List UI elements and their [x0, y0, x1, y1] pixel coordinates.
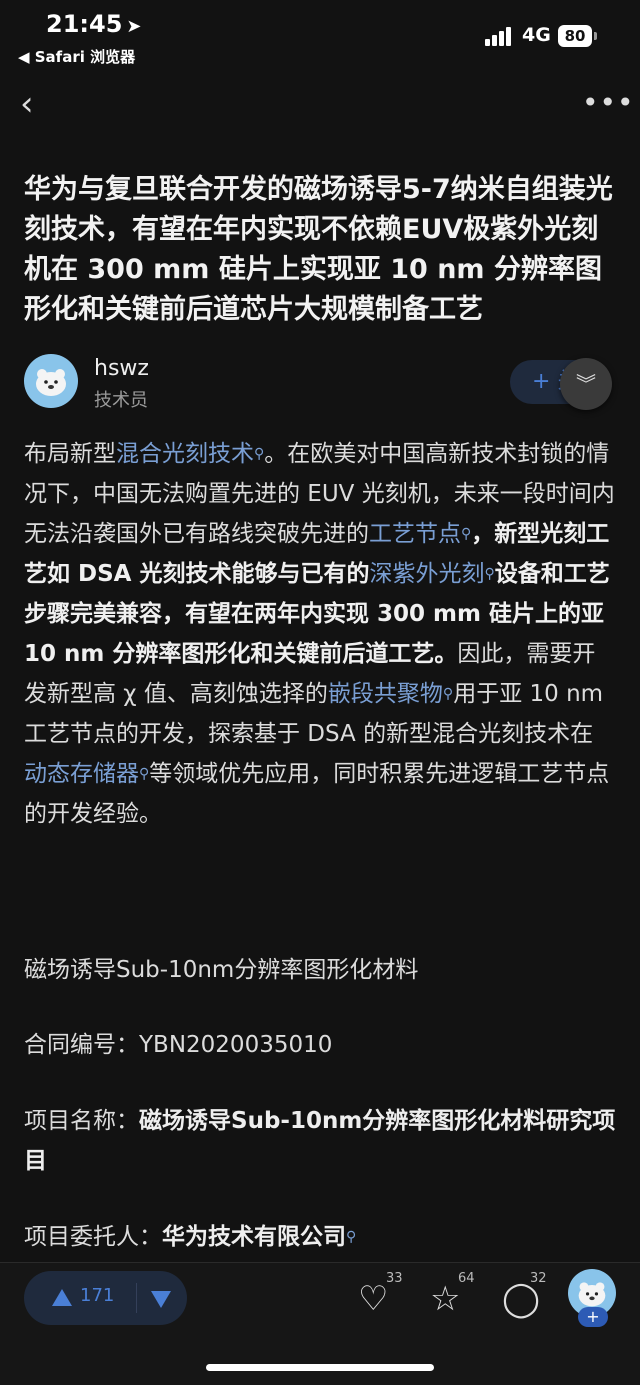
- upvote-icon: [52, 1289, 72, 1306]
- favorite-button[interactable]: ☆ 64: [428, 1271, 488, 1325]
- more-options-icon[interactable]: •••: [582, 88, 634, 118]
- signal-icon: [485, 26, 517, 46]
- client-label: 项目委托人：: [24, 1224, 162, 1250]
- downvote-icon: [151, 1291, 171, 1308]
- downvote-button[interactable]: [137, 1271, 187, 1325]
- status-bar: 21:45 ➤ ◀ Safari 浏览器 4G 80: [0, 0, 640, 74]
- comment-count: 32: [530, 1271, 547, 1286]
- search-icon: ⚲: [442, 686, 454, 702]
- contract-value: YBN2020035010: [139, 1032, 333, 1058]
- keyword-link[interactable]: 深紫外光刻: [369, 561, 484, 587]
- heart-icon: ♡: [358, 1279, 389, 1319]
- back-to-safari-link[interactable]: ◀ Safari 浏览器: [18, 46, 135, 67]
- project-line: 项目名称：磁场诱导Sub-10nm分辨率图形化材料研究项目: [24, 1101, 616, 1181]
- search-icon: ⚲: [461, 526, 472, 542]
- project-label: 项目名称：: [24, 1108, 139, 1134]
- like-count: 33: [386, 1271, 403, 1286]
- network-type: 4G: [522, 24, 551, 46]
- author-role: 技术员: [94, 390, 148, 411]
- add-badge[interactable]: +: [578, 1307, 608, 1327]
- home-indicator: [206, 1364, 434, 1371]
- like-button[interactable]: ♡ 33: [356, 1271, 416, 1325]
- favorite-count: 64: [458, 1271, 475, 1286]
- battery-icon: 80: [558, 25, 597, 47]
- star-icon: ☆: [430, 1279, 461, 1319]
- search-icon: ⚲: [139, 766, 150, 782]
- contract-line: 合同编号：YBN2020035010: [24, 1025, 616, 1065]
- location-arrow-icon: ➤: [126, 16, 142, 37]
- keyword-link[interactable]: 工艺节点: [369, 521, 461, 547]
- client-link[interactable]: 华为技术有限公司: [162, 1224, 346, 1250]
- vote-pill: 171: [24, 1271, 187, 1325]
- comment-bubble-icon: ◯: [502, 1279, 541, 1319]
- search-icon: ⚲: [346, 1229, 357, 1245]
- upvote-button[interactable]: 171: [24, 1271, 136, 1325]
- clock: 21:45 ➤: [46, 10, 142, 38]
- paragraph-text: 布局新型: [24, 441, 116, 467]
- article-title: 华为与复旦联合开发的磁场诱导5-7纳米自组装光刻技术，有望在年内实现不依赖EUV…: [24, 174, 613, 325]
- keyword-link[interactable]: 混合光刻技术: [116, 441, 254, 467]
- author-avatar[interactable]: [24, 354, 78, 408]
- keyword-link[interactable]: 动态存储器: [24, 761, 139, 787]
- search-icon: ⚲: [254, 446, 265, 462]
- client-line: 项目委托人：华为技术有限公司⚲: [24, 1217, 616, 1257]
- contract-label: 合同编号：: [24, 1032, 139, 1058]
- upvote-count: 171: [80, 1285, 115, 1306]
- author-name[interactable]: hswz: [94, 356, 149, 381]
- article-paragraph: 布局新型混合光刻技术⚲。在欧美对中国高新技术封锁的情况下，中国无法购置先进的 E…: [24, 434, 616, 834]
- keyword-link[interactable]: 嵌段共聚物: [328, 681, 443, 707]
- back-icon[interactable]: ‹: [20, 86, 50, 122]
- collapse-chevron-icon[interactable]: ︾: [560, 358, 612, 410]
- comment-button[interactable]: ◯ 32: [500, 1271, 560, 1325]
- search-icon: ⚲: [484, 566, 495, 582]
- material-line: 磁场诱导Sub-10nm分辨率图形化材料: [24, 957, 419, 983]
